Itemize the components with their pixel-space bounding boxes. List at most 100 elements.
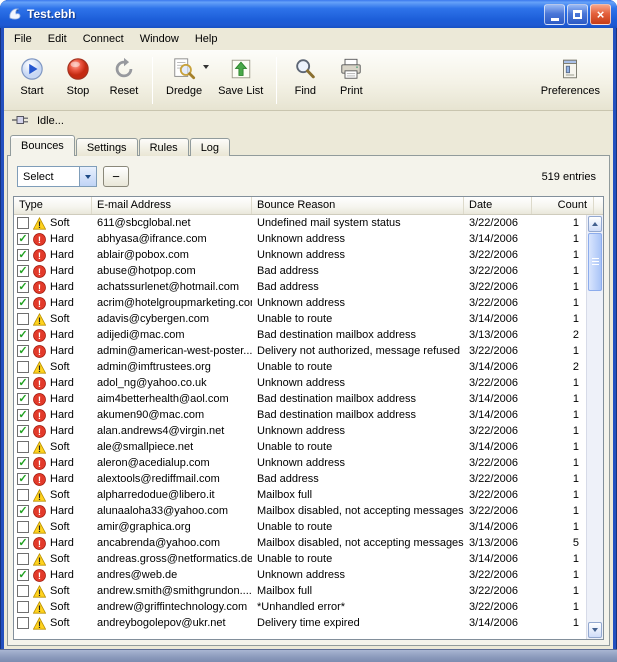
title-bar[interactable]: Test.ebh × bbox=[0, 0, 617, 28]
row-checkbox[interactable]: ✓ bbox=[17, 393, 29, 405]
select-dropdown[interactable]: Select bbox=[17, 166, 97, 187]
table-row[interactable]: ✓ ! ! Hard ablair@pobox.com Unknown addr… bbox=[14, 247, 586, 263]
table-row[interactable]: ✓ ! ! Hard andres@web.de Unknown address… bbox=[14, 567, 586, 583]
table-row[interactable]: ✓ ! ! Hard alextools@rediffmail.com Bad … bbox=[14, 471, 586, 487]
reason-cell: Bad address bbox=[252, 281, 464, 293]
menu-file[interactable]: File bbox=[6, 30, 40, 48]
scrollbar-thumb[interactable] bbox=[588, 233, 602, 291]
scrollbar-down-button[interactable] bbox=[588, 622, 602, 638]
email-cell: aim4betterhealth@aol.com bbox=[92, 393, 252, 405]
row-checkbox[interactable]: ✓ bbox=[17, 345, 29, 357]
tab-log[interactable]: Log bbox=[190, 138, 230, 156]
table-row[interactable]: ✓ ! ! Hard adol_ng@yahoo.co.uk Unknown a… bbox=[14, 375, 586, 391]
minimize-button[interactable] bbox=[544, 4, 565, 25]
table-row[interactable]: ✓ ! ! Hard acrim@hotelgroupmarketing.com… bbox=[14, 295, 586, 311]
vertical-scrollbar bbox=[586, 215, 603, 639]
row-checkbox[interactable]: ✓ bbox=[17, 265, 29, 277]
table-row[interactable]: ✓ ! ! Hard aim4betterhealth@aol.com Bad … bbox=[14, 391, 586, 407]
reset-button[interactable]: Reset bbox=[102, 53, 146, 108]
row-checkbox[interactable]: ✓ bbox=[17, 553, 29, 565]
menu-connect[interactable]: Connect bbox=[75, 30, 132, 48]
dredge-dropdown-arrow[interactable] bbox=[203, 65, 209, 72]
table-row[interactable]: ✓ ! ! Hard aleron@acedialup.com Unknown … bbox=[14, 455, 586, 471]
row-checkbox[interactable]: ✓ bbox=[17, 489, 29, 501]
stop-button[interactable]: Stop bbox=[56, 53, 100, 108]
print-button[interactable]: Print bbox=[329, 53, 373, 108]
row-checkbox[interactable]: ✓ bbox=[17, 281, 29, 293]
window-bottom-frame[interactable] bbox=[0, 649, 617, 662]
row-checkbox[interactable]: ✓ bbox=[17, 377, 29, 389]
table-row[interactable]: ✓ ! ! Hard abuse@hotpop.com Bad address … bbox=[14, 263, 586, 279]
tab-bounces[interactable]: Bounces bbox=[10, 135, 75, 156]
row-checkbox[interactable]: ✓ bbox=[17, 585, 29, 597]
column-header-type[interactable]: Type bbox=[14, 197, 92, 214]
table-row[interactable]: ✓ ! ! Hard achatssurlenet@hotmail.com Ba… bbox=[14, 279, 586, 295]
maximize-button[interactable] bbox=[567, 4, 588, 25]
bounce-type-label: Soft bbox=[50, 489, 70, 501]
table-row[interactable]: ✓ ! ! Soft admin@imftrustees.org Unable … bbox=[14, 359, 586, 375]
row-checkbox[interactable]: ✓ bbox=[17, 329, 29, 341]
column-header-date[interactable]: Date bbox=[464, 197, 532, 214]
row-checkbox[interactable]: ✓ bbox=[17, 457, 29, 469]
row-checkbox[interactable]: ✓ bbox=[17, 297, 29, 309]
column-header-email[interactable]: E-mail Address bbox=[92, 197, 252, 214]
find-button[interactable]: Find bbox=[283, 53, 327, 108]
start-button[interactable]: Start bbox=[10, 53, 54, 108]
dredge-button[interactable]: Dredge bbox=[159, 53, 209, 108]
hard-bounce-icon: ! bbox=[33, 249, 46, 262]
row-checkbox[interactable]: ✓ bbox=[17, 249, 29, 261]
preferences-button[interactable]: Preferences bbox=[534, 53, 607, 108]
table-row[interactable]: ✓ ! ! Hard admin@american-west-poster...… bbox=[14, 343, 586, 359]
entries-count: 519 entries bbox=[542, 171, 600, 183]
tab-settings[interactable]: Settings bbox=[76, 138, 138, 156]
row-checkbox[interactable]: ✓ bbox=[17, 441, 29, 453]
row-checkbox[interactable]: ✓ bbox=[17, 473, 29, 485]
row-checkbox[interactable]: ✓ bbox=[17, 505, 29, 517]
close-button[interactable]: × bbox=[590, 4, 611, 25]
table-row[interactable]: ✓ ! ! Soft 611@sbcglobal.net Undefined m… bbox=[14, 215, 586, 231]
column-header-filler bbox=[594, 197, 604, 214]
row-checkbox[interactable]: ✓ bbox=[17, 537, 29, 549]
row-checkbox[interactable]: ✓ bbox=[17, 617, 29, 629]
row-checkbox[interactable]: ✓ bbox=[17, 425, 29, 437]
table-row[interactable]: ✓ ! ! Soft andrew.smith@smithgrundon....… bbox=[14, 583, 586, 599]
table-row[interactable]: ✓ ! ! Soft amir@graphica.org Unable to r… bbox=[14, 519, 586, 535]
menu-help[interactable]: Help bbox=[187, 30, 226, 48]
select-dropdown-button[interactable] bbox=[79, 167, 96, 186]
save-list-button[interactable]: Save List bbox=[211, 53, 270, 108]
row-checkbox[interactable]: ✓ bbox=[17, 409, 29, 421]
hard-bounce-icon: ! bbox=[33, 281, 46, 294]
row-checkbox[interactable]: ✓ bbox=[17, 521, 29, 533]
row-checkbox[interactable]: ✓ bbox=[17, 217, 29, 229]
row-checkbox[interactable]: ✓ bbox=[17, 601, 29, 613]
email-cell: andreas.gross@netformatics.de bbox=[92, 553, 252, 565]
table-row[interactable]: ✓ ! ! Hard abhyasa@ifrance.com Unknown a… bbox=[14, 231, 586, 247]
menu-window[interactable]: Window bbox=[132, 30, 187, 48]
table-row[interactable]: ✓ ! ! Soft andreas.gross@netformatics.de… bbox=[14, 551, 586, 567]
row-checkbox[interactable]: ✓ bbox=[17, 313, 29, 325]
table-row[interactable]: ✓ ! ! Hard alan.andrews4@virgin.net Unkn… bbox=[14, 423, 586, 439]
column-header-count[interactable]: Count bbox=[532, 197, 594, 214]
table-row[interactable]: ✓ ! ! Hard ancabrenda@yahoo.com Mailbox … bbox=[14, 535, 586, 551]
bounce-type-label: Hard bbox=[50, 265, 74, 277]
type-cell: ✓ ! ! Hard bbox=[14, 377, 92, 390]
menu-edit[interactable]: Edit bbox=[40, 30, 75, 48]
row-checkbox[interactable]: ✓ bbox=[17, 233, 29, 245]
table-row[interactable]: ✓ ! ! Hard adijedi@mac.com Bad destinati… bbox=[14, 327, 586, 343]
table-row[interactable]: ✓ ! ! Soft andrew@griffintechnology.com … bbox=[14, 599, 586, 615]
table-row[interactable]: ✓ ! ! Soft andreybogolepov@ukr.net Deliv… bbox=[14, 615, 586, 631]
scrollbar-up-button[interactable] bbox=[588, 216, 602, 232]
row-checkbox[interactable]: ✓ bbox=[17, 569, 29, 581]
table-row[interactable]: ✓ ! ! Soft alpharredodue@libero.it Mailb… bbox=[14, 487, 586, 503]
remove-button[interactable]: − bbox=[103, 166, 129, 187]
row-checkbox[interactable]: ✓ bbox=[17, 361, 29, 373]
column-header-reason[interactable]: Bounce Reason bbox=[252, 197, 464, 214]
tab-rules[interactable]: Rules bbox=[139, 138, 189, 156]
table-row[interactable]: ✓ ! ! Hard akumen90@mac.com Bad destinat… bbox=[14, 407, 586, 423]
count-cell: 2 bbox=[532, 361, 586, 373]
table-row[interactable]: ✓ ! ! Soft ale@smallpiece.net Unable to … bbox=[14, 439, 586, 455]
count-cell: 1 bbox=[532, 585, 586, 597]
scrollbar-track[interactable] bbox=[587, 291, 603, 621]
table-row[interactable]: ✓ ! ! Soft adavis@cybergen.com Unable to… bbox=[14, 311, 586, 327]
table-row[interactable]: ✓ ! ! Hard alunaaloha33@yahoo.com Mailbo… bbox=[14, 503, 586, 519]
